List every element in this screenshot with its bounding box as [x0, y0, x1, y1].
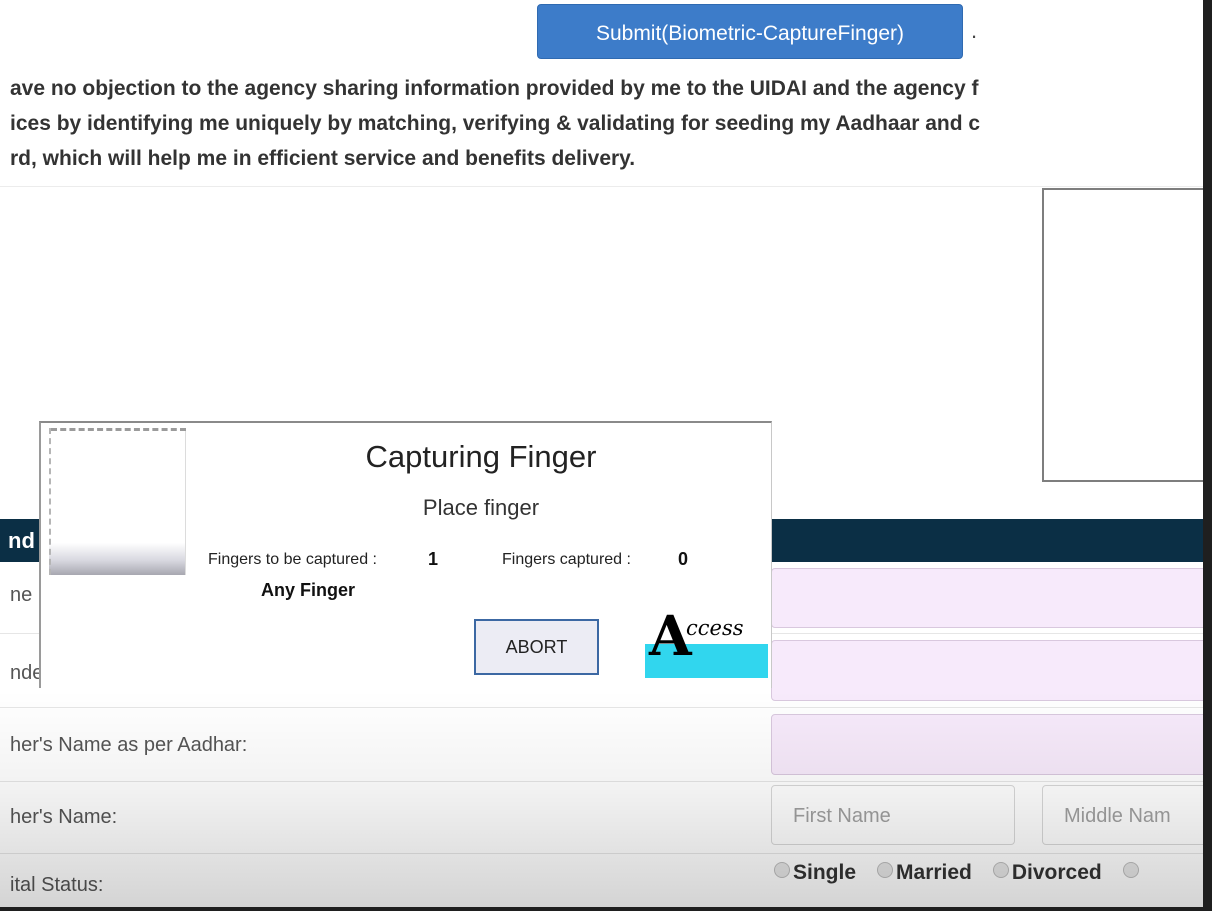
consent-line-1: ave no objection to the agency sharing i… [10, 77, 979, 100]
radio-circle-icon [877, 862, 894, 879]
access-logo: A ccess [645, 606, 768, 678]
radio-circle-icon [992, 862, 1009, 879]
photo-box [1042, 188, 1212, 482]
consent-declaration: ave no objection to the agency sharing i… [10, 71, 1203, 176]
preview-frame-edge [51, 428, 186, 435]
middle-name-input[interactable]: Middle Nam [1042, 785, 1212, 845]
radio-single-label: Single [793, 861, 857, 884]
fingerprint-preview [49, 428, 186, 575]
radio-married[interactable]: Married [877, 861, 972, 885]
aadhar-name-input[interactable] [771, 714, 1211, 775]
form-row-aadhar-name: her's Name as per Aadhar: [0, 708, 1211, 782]
radio-circle-icon [774, 862, 790, 879]
name-input[interactable] [771, 568, 1211, 628]
dialog-instruction: Place finger [422, 495, 540, 520]
finger-capture-dialog: Capturing Finger Place finger Fingers to… [39, 421, 772, 688]
radio-married-label: Married [896, 861, 972, 884]
gender-input[interactable] [771, 640, 1211, 701]
window-right-edge [1203, 0, 1212, 911]
web-page: Submit(Biometric-CaptureFinger) . ave no… [0, 0, 1212, 911]
submit-biometric-button[interactable]: Submit(Biometric-CaptureFinger) [537, 4, 963, 59]
radio-single[interactable]: Single [774, 861, 856, 885]
radio-divorced-label: Divorced [1011, 861, 1102, 884]
consent-line-2: ices by identifying me uniquely by match… [10, 112, 981, 135]
radio-divorced[interactable]: Divorced [992, 861, 1102, 885]
abort-button[interactable]: ABORT [474, 619, 599, 675]
fingers-captured-value: 0 [678, 549, 689, 569]
consent-line-3: rd, which will help me in efficient serv… [10, 147, 636, 170]
row-label-marital-status: ital Status: [10, 874, 104, 896]
radio-circle-icon [1122, 862, 1139, 879]
first-name-input[interactable]: First Name [771, 785, 1015, 845]
row-label-name: ne [10, 584, 33, 606]
divider [0, 186, 1203, 187]
radio-other[interactable] [1122, 861, 1142, 885]
form-row-father-name: her's Name: First Name Middle Nam [0, 782, 1212, 854]
marital-status-options: Single Married Divorced [774, 861, 1163, 885]
row-label-father-name: her's Name: [10, 806, 118, 828]
submit-suffix: . [971, 18, 978, 43]
any-finger-label: Any Finger [261, 580, 356, 600]
window-bottom-edge [0, 907, 1212, 911]
dialog-title: Capturing Finger [365, 439, 597, 474]
row-label-aadhar-name: her's Name as per Aadhar: [10, 734, 248, 756]
fingers-to-capture-value: 1 [428, 549, 439, 569]
fingers-captured-label: Fingers captured : [502, 551, 631, 568]
fingers-to-capture-label: Fingers to be captured : [208, 551, 377, 568]
logo-wordmark: ccess [686, 616, 744, 640]
